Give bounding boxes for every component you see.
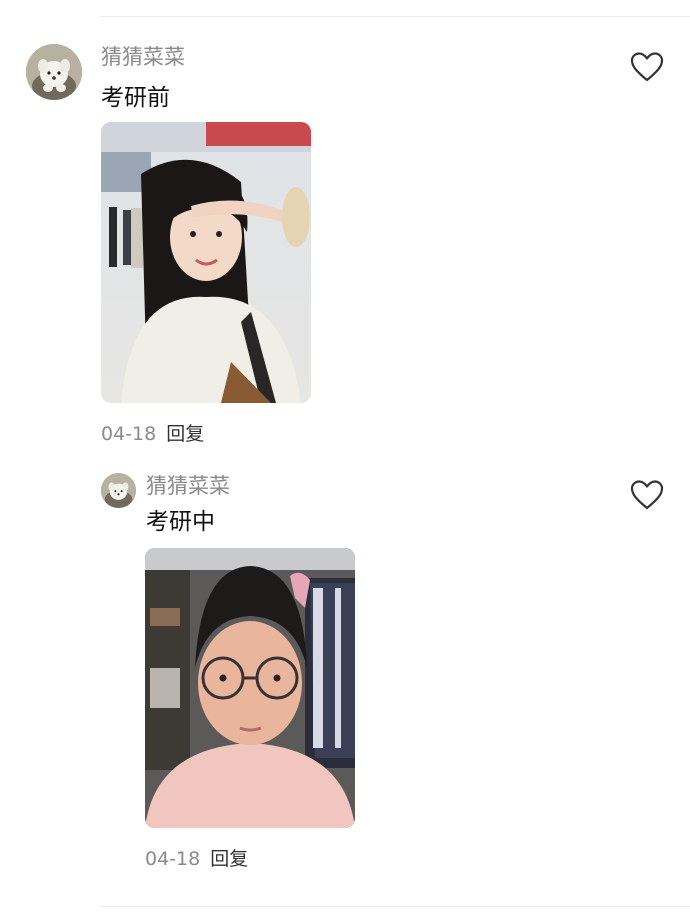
reply-meta: 04-18 回复 [145, 850, 248, 869]
heart-outline-icon [630, 52, 664, 82]
avatar[interactable] [101, 473, 136, 508]
reply-text: 考研中 [146, 509, 215, 535]
selfie-photo-image [101, 122, 311, 403]
comment-photo[interactable] [101, 122, 311, 403]
like-button[interactable] [630, 51, 664, 83]
reply-button[interactable]: 回复 [166, 423, 204, 445]
reply-button[interactable]: 回复 [210, 848, 248, 870]
comment-date: 04-18 [101, 423, 157, 445]
heart-outline-icon [630, 480, 664, 510]
like-button[interactable] [630, 479, 664, 511]
comment-meta: 04-18 回复 [101, 425, 204, 444]
top-divider [100, 16, 690, 17]
puppy-avatar-image [101, 473, 136, 508]
comment-username[interactable]: 猜猜菜菜 [101, 47, 185, 68]
reply-username[interactable]: 猜猜菜菜 [146, 476, 230, 497]
bottom-divider [100, 906, 690, 907]
puppy-avatar-image [26, 44, 82, 100]
selfie-photo-image [145, 548, 355, 828]
reply-date: 04-18 [145, 848, 201, 870]
reply-photo[interactable] [145, 548, 355, 828]
comment-text: 考研前 [101, 85, 170, 111]
avatar[interactable] [26, 44, 82, 100]
